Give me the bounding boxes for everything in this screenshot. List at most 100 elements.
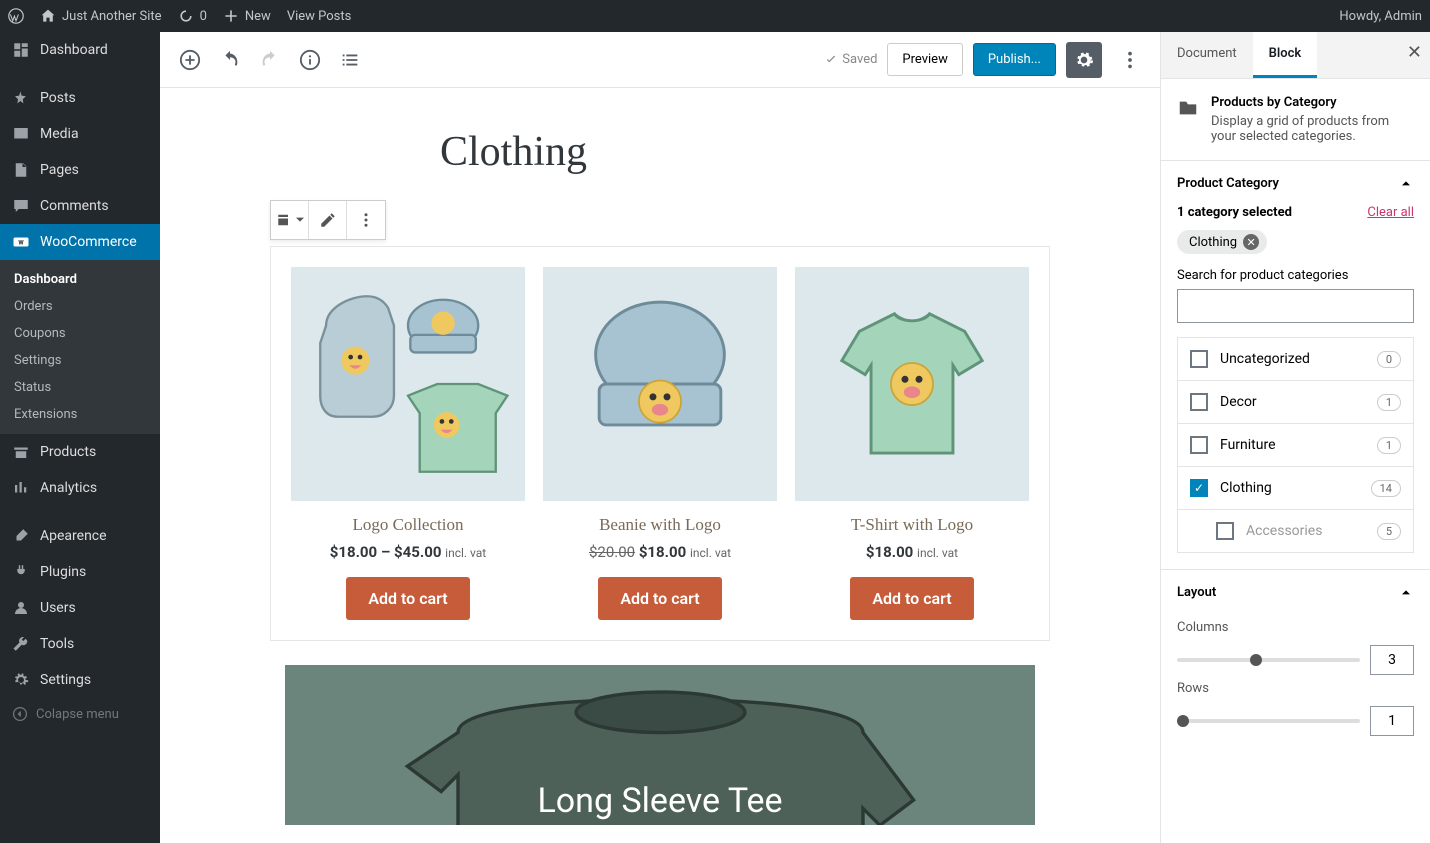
sidebar-item-users[interactable]: Users [0, 590, 160, 626]
category-row[interactable]: Furniture1 [1178, 424, 1413, 467]
sidebar-item-settings[interactable]: Settings [0, 662, 160, 698]
product-image [795, 267, 1029, 501]
search-label: Search for product categories [1177, 268, 1414, 283]
block-more-button[interactable] [347, 201, 385, 239]
sidebar-subitem-status[interactable]: Status [0, 374, 160, 401]
add-block-button[interactable] [172, 42, 208, 78]
category-search-input[interactable] [1177, 289, 1414, 323]
settings-button[interactable] [1066, 42, 1102, 78]
new-link[interactable]: New [223, 8, 271, 24]
saved-status: Saved [824, 52, 877, 67]
product-price: $18.00 – $45.00 incl. vat [291, 543, 525, 561]
admin-bar: Just Another Site 0 New View Posts Howdy… [0, 0, 1430, 32]
featured-product[interactable]: Long Sleeve Tee [285, 665, 1035, 825]
view-posts-link[interactable]: View Posts [287, 9, 352, 24]
category-list: Uncategorized0Decor1Furniture1Clothing14… [1177, 337, 1414, 553]
featured-product-name: Long Sleeve Tee [537, 781, 782, 821]
wp-logo-icon[interactable] [8, 8, 24, 24]
close-inspector-button[interactable]: ✕ [1407, 42, 1422, 63]
count-badge: 1 [1377, 437, 1401, 454]
redo-button[interactable] [252, 42, 288, 78]
add-to-cart-button[interactable]: Add to cart [598, 577, 721, 620]
category-row[interactable]: Accessories5 [1178, 510, 1413, 552]
columns-label: Columns [1177, 620, 1414, 635]
checkbox[interactable] [1216, 522, 1234, 540]
page-title[interactable]: Clothing [440, 128, 1160, 176]
site-link[interactable]: Just Another Site [40, 8, 162, 24]
sidebar-subitem-orders[interactable]: Orders [0, 293, 160, 320]
publish-button[interactable]: Publish... [973, 43, 1056, 76]
sidebar-item-products[interactable]: Products [0, 434, 160, 470]
product-name: Logo Collection [291, 515, 525, 535]
sidebar-item-apearence[interactable]: Apearence [0, 518, 160, 554]
add-to-cart-button[interactable]: Add to cart [850, 577, 973, 620]
svg-text:W: W [18, 239, 24, 246]
columns-slider[interactable] [1177, 658, 1360, 662]
product-image [291, 267, 525, 501]
sidebar-subitem-extensions[interactable]: Extensions [0, 401, 160, 428]
admin-sidebar: Dashboard PostsMediaPagesCommentsWWooComm… [0, 32, 160, 843]
sidebar-item-plugins[interactable]: Plugins [0, 554, 160, 590]
more-button[interactable] [1112, 42, 1148, 78]
columns-input[interactable] [1370, 645, 1414, 675]
sidebar-item-media[interactable]: Media [0, 116, 160, 152]
products-block[interactable]: Logo Collection $18.00 – $45.00 incl. vat… [270, 246, 1050, 641]
product-name: Beanie with Logo [543, 515, 777, 535]
sidebar-item-comments[interactable]: Comments [0, 188, 160, 224]
undo-button[interactable] [212, 42, 248, 78]
editor-canvas: Clothing Logo Collection $18.00 – $45.00 … [160, 88, 1160, 843]
sidebar-item-woocommerce[interactable]: WWooCommerce [0, 224, 160, 260]
product-image [543, 267, 777, 501]
inspector-sidebar: Document Block ✕ Products by CategoryDis… [1160, 32, 1430, 843]
preview-button[interactable]: Preview [887, 43, 962, 76]
updates-link[interactable]: 0 [178, 8, 207, 24]
sidebar-item-posts[interactable]: Posts [0, 80, 160, 116]
count-badge: 5 [1377, 523, 1401, 540]
checkbox[interactable] [1190, 479, 1208, 497]
rows-slider[interactable] [1177, 719, 1360, 723]
info-button[interactable] [292, 42, 328, 78]
count-badge: 1 [1377, 394, 1401, 411]
outline-button[interactable] [332, 42, 368, 78]
category-row[interactable]: Uncategorized0 [1178, 338, 1413, 381]
howdy[interactable]: Howdy, Admin [1339, 9, 1422, 24]
selected-count: 1 category selected [1177, 205, 1292, 220]
count-badge: 14 [1371, 480, 1401, 497]
count-badge: 0 [1377, 351, 1401, 368]
product-card: Beanie with Logo $20.00 $18.00 incl. vat A… [543, 267, 777, 620]
category-row[interactable]: Decor1 [1178, 381, 1413, 424]
product-card: Logo Collection $18.00 – $45.00 incl. vat… [291, 267, 525, 620]
sidebar-subitem-dashboard[interactable]: Dashboard [0, 266, 160, 293]
chevron-up-icon [1398, 584, 1414, 600]
product-price: $20.00 $18.00 incl. vat [543, 543, 777, 561]
checkbox[interactable] [1190, 393, 1208, 411]
edit-button[interactable] [309, 201, 347, 239]
sidebar-item-dashboard[interactable]: Dashboard [0, 32, 160, 68]
block-type-button[interactable] [271, 201, 309, 239]
panel-product-category[interactable]: Product Category [1161, 161, 1430, 205]
collapse-menu-button[interactable]: Colapse menu [0, 698, 160, 730]
add-to-cart-button[interactable]: Add to cart [346, 577, 469, 620]
rows-input[interactable] [1370, 706, 1414, 736]
product-card: T-Shirt with Logo $18.00 incl. vat Add to … [795, 267, 1029, 620]
tab-block[interactable]: Block [1253, 32, 1318, 78]
sidebar-item-pages[interactable]: Pages [0, 152, 160, 188]
checkbox[interactable] [1190, 436, 1208, 454]
block-toolbar [270, 200, 386, 240]
product-name: T-Shirt with Logo [795, 515, 1029, 535]
sidebar-item-tools[interactable]: Tools [0, 626, 160, 662]
folder-icon [1177, 97, 1199, 119]
category-row[interactable]: Clothing14 [1178, 467, 1413, 510]
clear-all-link[interactable]: Clear all [1367, 205, 1414, 220]
sidebar-item-analytics[interactable]: Analytics [0, 470, 160, 506]
editor-topbar: Saved Preview Publish... [160, 32, 1160, 88]
block-description: Products by CategoryDisplay a grid of pr… [1161, 79, 1430, 160]
panel-layout[interactable]: Layout [1161, 570, 1430, 614]
sidebar-subitem-settings[interactable]: Settings [0, 347, 160, 374]
chevron-up-icon [1398, 175, 1414, 191]
checkbox[interactable] [1190, 350, 1208, 368]
tab-document[interactable]: Document [1161, 32, 1253, 78]
remove-chip-button[interactable]: ✕ [1243, 234, 1259, 250]
product-price: $18.00 incl. vat [795, 543, 1029, 561]
sidebar-subitem-coupons[interactable]: Coupons [0, 320, 160, 347]
